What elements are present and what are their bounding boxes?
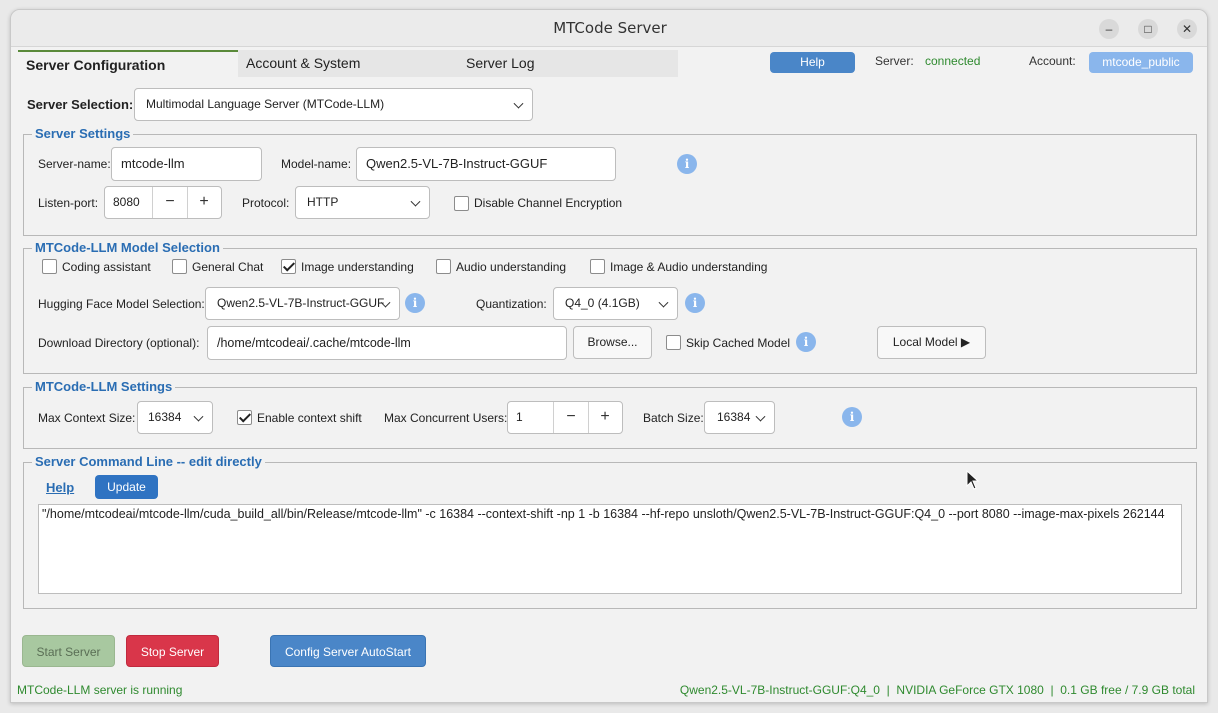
hf-model-label: Hugging Face Model Selection:: [38, 297, 205, 311]
start-server-button[interactable]: Start Server: [22, 635, 115, 667]
listen-port-value: 8080: [113, 195, 140, 209]
mouse-cursor-icon: [966, 470, 980, 490]
account-badge[interactable]: mtcode_public: [1089, 52, 1193, 73]
server-name-input[interactable]: mtcode-llm: [111, 147, 262, 181]
update-button[interactable]: Update: [95, 475, 158, 499]
server-selection-label: Server Selection:: [27, 97, 134, 112]
chevron-down-icon: [658, 297, 669, 308]
command-line-textarea[interactable]: "/home/mtcodeai/mtcode-llm/cuda_build_al…: [38, 504, 1182, 594]
listen-port-stepper[interactable]: 8080 − +: [104, 186, 222, 219]
max-users-label: Max Concurrent Users:: [384, 411, 508, 425]
tab-account-system[interactable]: Account & System: [238, 50, 458, 77]
tab-server-configuration[interactable]: Server Configuration: [18, 50, 238, 77]
info-icon[interactable]: i: [796, 332, 816, 352]
image-audio-understanding-checkbox[interactable]: [590, 259, 605, 274]
plus-icon[interactable]: +: [588, 402, 622, 432]
info-icon[interactable]: i: [677, 154, 697, 174]
server-status-label: Server:: [875, 54, 914, 68]
listen-port-label: Listen-port:: [38, 196, 99, 210]
server-selection-dropdown[interactable]: Multimodal Language Server (MTCode-LLM): [134, 88, 533, 121]
disable-encryption-label: Disable Channel Encryption: [474, 196, 623, 210]
minus-icon[interactable]: −: [153, 187, 187, 217]
chevron-down-icon: [513, 98, 524, 109]
plus-icon[interactable]: +: [187, 187, 221, 217]
download-dir-input[interactable]: /home/mtcodeai/.cache/mtcode-llm: [207, 326, 567, 360]
context-shift-label: Enable context shift: [257, 411, 362, 425]
tab-server-log[interactable]: Server Log: [458, 50, 678, 77]
minus-icon[interactable]: −: [554, 402, 588, 432]
batch-size-value: 16384: [717, 410, 751, 424]
batch-size-label: Batch Size:: [643, 411, 704, 425]
server-name-label: Server-name:: [38, 157, 111, 171]
model-name-input[interactable]: Qwen2.5-VL-7B-Instruct-GGUF: [356, 147, 616, 181]
server-settings-title: Server Settings: [32, 126, 134, 141]
max-users-stepper[interactable]: 1 − +: [507, 401, 623, 434]
local-model-button[interactable]: Local Model ▶: [877, 326, 986, 359]
model-selection-title: MTCode-LLM Model Selection: [32, 240, 223, 255]
config-autostart-button[interactable]: Config Server AutoStart: [270, 635, 426, 667]
image-understanding-label: Image understanding: [301, 260, 414, 274]
window-title: MTCode Server: [553, 19, 667, 37]
audio-understanding-label: Audio understanding: [456, 260, 567, 274]
llm-settings-title: MTCode-LLM Settings: [32, 379, 176, 394]
minimize-icon[interactable]: –: [1099, 19, 1119, 39]
disable-encryption-checkbox[interactable]: [454, 196, 469, 211]
command-line-title: Server Command Line -- edit directly: [32, 454, 265, 469]
max-context-dropdown[interactable]: 16384: [137, 401, 213, 434]
coding-assistant-label: Coding assistant: [62, 260, 151, 274]
protocol-dropdown[interactable]: HTTP: [295, 186, 430, 219]
protocol-value: HTTP: [307, 195, 339, 209]
chevron-down-icon: [755, 411, 766, 422]
app-window: MTCode Server – □ ✕ Server Configuration…: [10, 9, 1208, 703]
coding-assistant-checkbox[interactable]: [42, 259, 57, 274]
max-context-value: 16384: [148, 410, 182, 424]
quantization-label: Quantization:: [476, 297, 547, 311]
quantization-dropdown[interactable]: Q4_0 (4.1GB): [553, 287, 678, 320]
chevron-down-icon: [193, 411, 204, 422]
hf-model-value: Qwen2.5-VL-7B-Instruct-GGUF: [217, 296, 385, 310]
browse-button[interactable]: Browse...: [573, 326, 652, 359]
command-help-link[interactable]: Help: [46, 480, 74, 495]
help-button[interactable]: Help: [770, 52, 855, 73]
image-audio-understanding-label: Image & Audio understanding: [610, 260, 768, 274]
server-selection-value: Multimodal Language Server (MTCode-LLM): [146, 97, 385, 111]
batch-size-dropdown[interactable]: 16384: [704, 401, 775, 434]
account-label: Account:: [1029, 54, 1076, 68]
close-icon[interactable]: ✕: [1177, 19, 1197, 39]
title-bar: MTCode Server – □ ✕: [11, 10, 1207, 47]
info-icon[interactable]: i: [685, 293, 705, 313]
skip-cached-checkbox[interactable]: [666, 335, 681, 350]
download-dir-label: Download Directory (optional):: [38, 336, 200, 350]
chevron-down-icon: [410, 196, 421, 207]
info-icon[interactable]: i: [842, 407, 862, 427]
max-users-value: 1: [516, 410, 523, 424]
hf-model-dropdown[interactable]: Qwen2.5-VL-7B-Instruct-GGUF: [205, 287, 400, 320]
audio-understanding-checkbox[interactable]: [436, 259, 451, 274]
server-status-value: connected: [925, 54, 981, 68]
stop-server-button[interactable]: Stop Server: [126, 635, 219, 667]
protocol-label: Protocol:: [242, 196, 290, 210]
skip-cached-label: Skip Cached Model: [686, 336, 791, 350]
info-icon[interactable]: i: [405, 293, 425, 313]
image-understanding-checkbox[interactable]: [281, 259, 296, 274]
maximize-icon[interactable]: □: [1138, 19, 1158, 39]
max-context-label: Max Context Size:: [38, 411, 136, 425]
general-chat-checkbox[interactable]: [172, 259, 187, 274]
context-shift-checkbox[interactable]: [237, 410, 252, 425]
status-message: MTCode-LLM server is running: [17, 683, 183, 697]
model-name-label: Model-name:: [281, 157, 352, 171]
quantization-value: Q4_0 (4.1GB): [565, 296, 640, 310]
general-chat-label: General Chat: [192, 260, 264, 274]
status-details: Qwen2.5-VL-7B-Instruct-GGUF:Q4_0 | NVIDI…: [679, 683, 1195, 697]
